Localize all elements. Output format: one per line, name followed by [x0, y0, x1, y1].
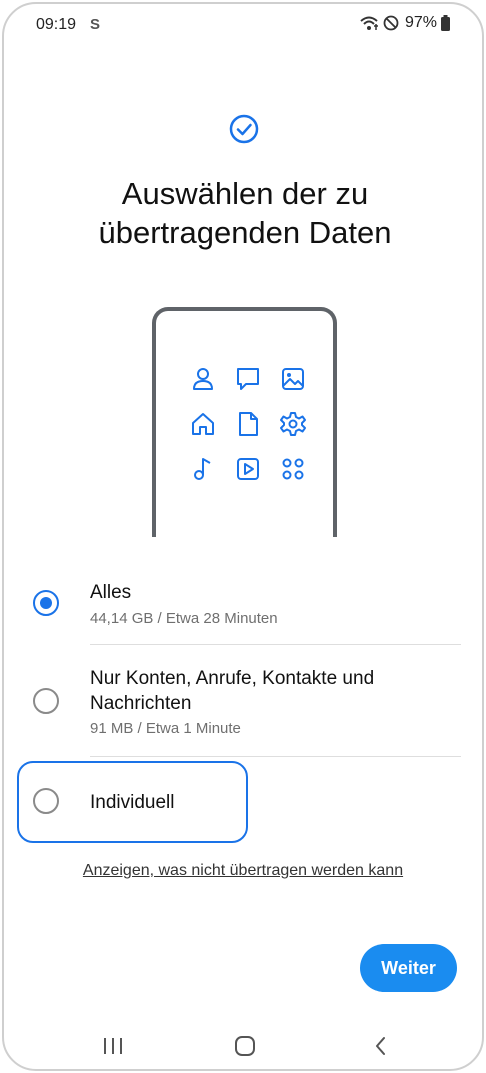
apps-icon — [282, 458, 304, 480]
music-icon — [194, 458, 211, 480]
wifi-icon — [360, 16, 378, 30]
home-icon — [192, 413, 214, 435]
option-all-label: Alles — [90, 582, 132, 603]
document-icon — [239, 412, 258, 436]
radio-custom[interactable] — [33, 788, 59, 814]
radio-all[interactable] — [33, 590, 59, 616]
divider — [90, 644, 461, 645]
back-icon — [376, 1037, 385, 1055]
option-custom[interactable]: Individuell — [4, 774, 482, 834]
battery-percent: 97% — [404, 14, 437, 31]
page-title: Auswählen der zu übertragenden Daten — [98, 176, 392, 250]
home-nav-button[interactable] — [230, 1034, 260, 1058]
show-non-transferable-link[interactable]: Anzeigen, was nicht übertragen werden ka… — [4, 862, 482, 880]
status-icons: 97% — [359, 14, 450, 32]
do-not-disturb-icon — [383, 15, 399, 31]
app-icon-grid — [185, 359, 315, 489]
option-all[interactable]: Alles 44,14 GB / Etwa 28 Minuten — [4, 576, 482, 646]
status-bar: 09:19 S 97% — [4, 4, 482, 48]
radio-accounts-only[interactable] — [33, 688, 59, 714]
option-all-sub: 44,14 GB / Etwa 28 Minuten — [90, 610, 278, 627]
check-circle-icon — [229, 114, 259, 144]
settings-icon — [280, 412, 306, 436]
next-button[interactable]: Weiter — [360, 944, 457, 992]
navigation-bar — [4, 1024, 482, 1068]
recent-apps-icon — [104, 1038, 122, 1054]
battery-icon — [441, 15, 450, 31]
back-button[interactable] — [366, 1034, 396, 1058]
video-icon — [237, 458, 259, 480]
option-accounts-only-sub: 91 MB / Etwa 1 Minute — [90, 720, 241, 737]
image-icon — [282, 368, 304, 390]
divider — [90, 756, 461, 757]
message-icon — [237, 368, 259, 390]
contact-icon — [193, 368, 213, 390]
status-s-indicator: S — [90, 16, 101, 33]
option-custom-label: Individuell — [90, 792, 175, 813]
status-time: 09:19 — [36, 16, 77, 33]
option-accounts-only-label: Nur Konten, Anrufe, Kontakte und Nachric… — [90, 668, 375, 714]
option-accounts-only[interactable]: Nur Konten, Anrufe, Kontakte und Nachric… — [4, 664, 482, 756]
home-nav-icon — [235, 1036, 255, 1056]
recent-apps-button[interactable] — [98, 1034, 128, 1058]
phone-screen: 09:19 S 97% Auswählen der zu übertragend… — [2, 2, 484, 1071]
phone-illustration — [152, 307, 337, 537]
